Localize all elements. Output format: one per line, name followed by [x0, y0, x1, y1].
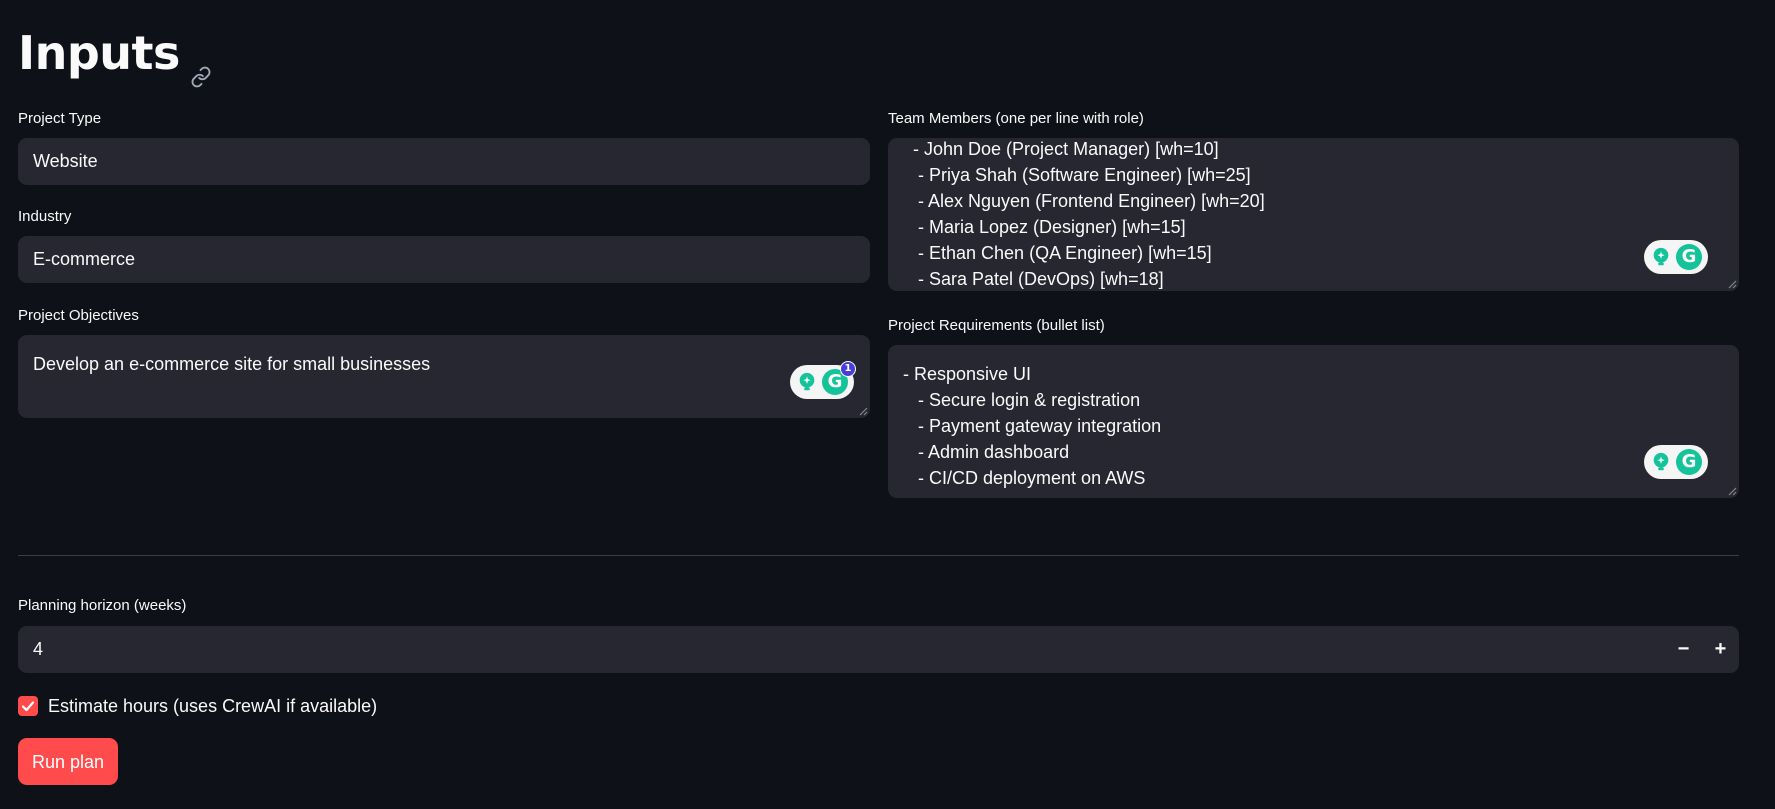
- link-icon[interactable]: [190, 45, 212, 88]
- lightbulb-icon: [799, 372, 815, 391]
- industry-input[interactable]: E-commerce: [18, 236, 870, 283]
- section-divider: [18, 555, 1739, 556]
- industry-label: Industry: [18, 208, 72, 225]
- page-title: Inputs: [18, 26, 212, 88]
- lightbulb-icon: [1653, 247, 1669, 266]
- objectives-text: Develop an e-commerce site for small bus…: [33, 354, 431, 374]
- requirements-textarea[interactable]: - Responsive UI - Secure login & registr…: [888, 345, 1739, 498]
- team-members-textarea[interactable]: - John Doe (Project Manager) [wh=10] - P…: [888, 138, 1739, 291]
- checkmark-icon: [21, 701, 35, 712]
- page-title-text: Inputs: [18, 26, 180, 80]
- grammarly-widget[interactable]: G 1: [790, 361, 856, 399]
- estimate-hours-checkbox[interactable]: [18, 696, 38, 716]
- grammarly-icon: G: [1676, 244, 1702, 270]
- objectives-group: Project Objectives Develop an e-commerce…: [18, 306, 870, 418]
- grammarly-widget[interactable]: G: [1644, 445, 1708, 479]
- planning-horizon-label-wrap: Planning horizon (weeks): [18, 596, 186, 625]
- resize-handle-icon[interactable]: [1725, 277, 1737, 289]
- planning-horizon-input[interactable]: 4 − +: [18, 626, 1739, 673]
- quantity-stepper: − +: [1665, 626, 1739, 673]
- requirements-group: Project Requirements (bullet list) - Res…: [888, 316, 1739, 498]
- team-members-text: - John Doe (Project Manager) [wh=10] - P…: [913, 139, 1265, 289]
- objectives-label: Project Objectives: [18, 307, 139, 324]
- planning-horizon-value: 4: [33, 639, 44, 659]
- team-members-label: Team Members (one per line with role): [888, 110, 1144, 127]
- grammarly-icon: G: [1676, 449, 1702, 475]
- run-plan-button[interactable]: Run plan: [18, 738, 118, 785]
- project-type-input[interactable]: Website: [18, 138, 870, 185]
- resize-handle-icon[interactable]: [1725, 484, 1737, 496]
- resize-handle-icon[interactable]: [856, 404, 868, 416]
- estimate-hours-row[interactable]: Estimate hours (uses CrewAI if available…: [18, 693, 377, 719]
- grammarly-badge: 1: [840, 361, 856, 377]
- project-type-label: Project Type: [18, 110, 102, 127]
- lightbulb-icon: [1653, 452, 1669, 471]
- estimate-hours-label: Estimate hours (uses CrewAI if available…: [48, 695, 378, 716]
- industry-group: Industry E-commerce: [18, 207, 870, 283]
- grammarly-widget[interactable]: G: [1644, 240, 1708, 274]
- requirements-text: - Responsive UI - Secure login & registr…: [903, 364, 1162, 488]
- grammarly-icon: G 1: [822, 361, 856, 395]
- increment-button[interactable]: +: [1702, 626, 1739, 673]
- planning-horizon-label: Planning horizon (weeks): [18, 597, 187, 614]
- objectives-textarea[interactable]: Develop an e-commerce site for small bus…: [18, 335, 870, 418]
- project-type-group: Project Type Website: [18, 109, 870, 185]
- team-members-group: Team Members (one per line with role) - …: [888, 109, 1739, 291]
- requirements-label: Project Requirements (bullet list): [888, 317, 1105, 334]
- decrement-button[interactable]: −: [1665, 626, 1702, 673]
